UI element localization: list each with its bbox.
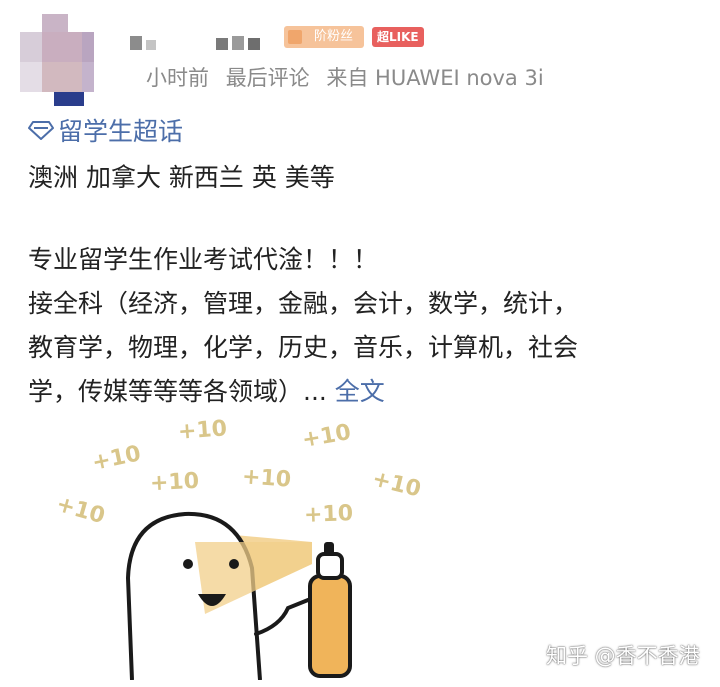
post-time: 小时前 <box>146 66 209 90</box>
post-text-line-4: 教育学，物理，化学，历史，音乐，计算机，社会 <box>28 333 579 362</box>
post-last-comment: 最后评论 <box>225 66 310 90</box>
super-like-badge: 超LIKE <box>372 27 424 47</box>
post-text-line-5-body: 学，传媒等等等各领域）... <box>28 377 327 406</box>
fan-level-badge: 阶粉丝 <box>284 26 364 48</box>
post-source: 来自 HUAWEI nova 3i <box>326 66 544 90</box>
post-text-line-3: 接全科（经济，管理，金融，会计，数学，统计， <box>28 289 579 318</box>
post-text-line-2: 专业留学生作业考试代淦！！！ <box>28 245 379 274</box>
topic-link[interactable]: 留学生超话 <box>28 112 183 148</box>
post-text-line-1: 澳洲 加拿大 新西兰 英 美等 <box>28 163 335 192</box>
diamond-icon <box>28 121 54 140</box>
zhihu-watermark: 知乎 @香不香港 <box>546 644 700 668</box>
post-text-line-5: 学，传媒等等等各领域）... 全文 <box>28 372 385 408</box>
fan-badge-label: 阶粉丝 <box>314 29 354 44</box>
username-blurred[interactable] <box>124 36 284 52</box>
topic-label: 留学生超话 <box>58 117 184 146</box>
read-more-link[interactable]: 全文 <box>335 377 385 406</box>
meme-image[interactable]: +10 +10 +10 +10 +10 +10 +10 +10 <box>20 416 470 680</box>
avatar[interactable] <box>20 14 94 106</box>
meme-character-illustration <box>126 511 352 680</box>
fan-chip-icon <box>288 30 302 44</box>
post-meta: 小时前 最后评论 来自 HUAWEI nova 3i <box>146 62 554 92</box>
